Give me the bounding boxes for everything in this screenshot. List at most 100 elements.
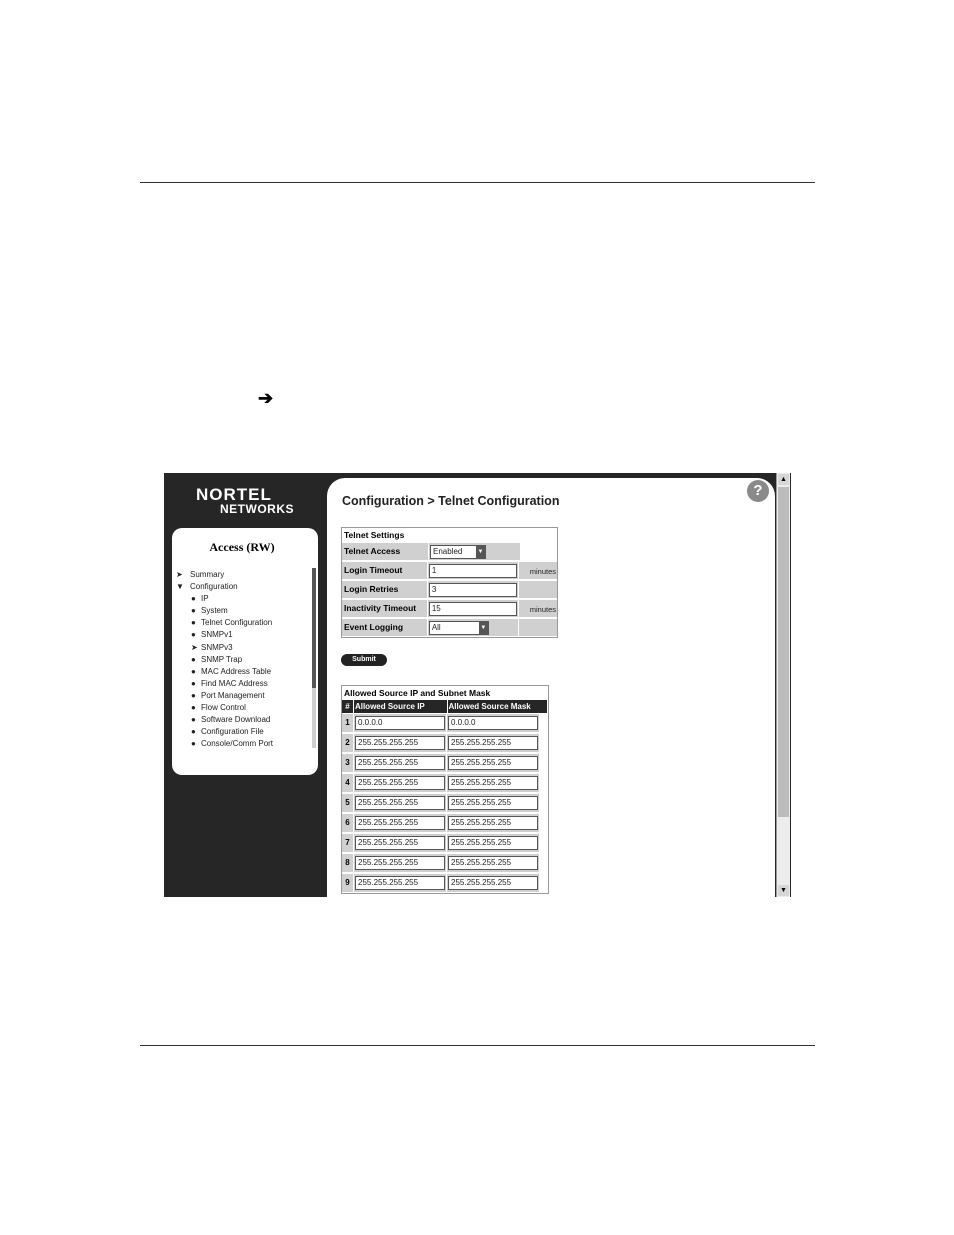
bullet-icon: ● xyxy=(191,666,196,676)
mask-cell: 255.255.255.255 xyxy=(447,814,539,832)
nav-item[interactable]: ● Flow Control xyxy=(175,702,311,714)
table-row: 8 255.255.255.255 255.255.255.255 xyxy=(342,853,548,873)
nav-item[interactable]: ● Software Download xyxy=(175,714,311,726)
source-mask-input[interactable]: 255.255.255.255 xyxy=(448,776,538,790)
collapsed-arrow-icon: ➤ xyxy=(191,642,198,652)
ip-cell: 255.255.255.255 xyxy=(354,754,446,772)
bullet-icon: ● xyxy=(191,715,196,725)
nortel-logo: NORTEL NETWORKS xyxy=(196,485,294,517)
nav-item[interactable]: ➤ Summary xyxy=(175,569,311,581)
nav-item[interactable]: ● Console/Comm Port xyxy=(175,738,311,750)
page-bottom-rule xyxy=(140,1045,815,1046)
source-mask-input[interactable]: 255.255.255.255 xyxy=(448,796,538,810)
collapsed-arrow-icon: ➤ xyxy=(176,570,183,579)
nav-item-label: System xyxy=(201,606,228,616)
source-ip-input[interactable]: 255.255.255.255 xyxy=(355,796,445,810)
row-index: 5 xyxy=(342,794,353,812)
logo-line-1: NORTEL xyxy=(196,485,272,504)
login-timeout-unit: minutes xyxy=(518,562,557,579)
source-mask-input[interactable]: 255.255.255.255 xyxy=(448,816,538,830)
ip-cell: 255.255.255.255 xyxy=(354,794,446,812)
source-ip-input[interactable]: 255.255.255.255 xyxy=(355,736,445,750)
mask-cell: 255.255.255.255 xyxy=(447,754,539,772)
source-ip-input[interactable]: 255.255.255.255 xyxy=(355,816,445,830)
nav-item[interactable]: ● System xyxy=(175,605,311,617)
nav-scrollbar[interactable] xyxy=(312,568,316,748)
source-ip-input[interactable]: 255.255.255.255 xyxy=(355,776,445,790)
access-label: Access (RW) xyxy=(209,540,275,554)
bullet-icon: ● xyxy=(191,727,196,737)
bullet-icon: ● xyxy=(191,654,196,664)
inactivity-timeout-label: Inactivity Timeout xyxy=(342,600,427,617)
event-logging-select[interactable]: All ▼ xyxy=(428,620,489,635)
help-icon[interactable]: ? xyxy=(747,480,769,502)
mask-cell: 255.255.255.255 xyxy=(447,794,539,812)
nav-item[interactable]: ● Configuration File xyxy=(175,726,311,738)
login-retries-cell: 3 xyxy=(427,581,518,598)
mask-cell: 255.255.255.255 xyxy=(447,834,539,852)
source-ip-input[interactable]: 255.255.255.255 xyxy=(355,856,445,870)
ip-cell: 255.255.255.255 xyxy=(354,874,446,892)
bullet-icon: ● xyxy=(191,630,196,640)
table-row: 7 255.255.255.255 255.255.255.255 xyxy=(342,833,548,853)
telnet-settings-title: Telnet Settings xyxy=(344,530,405,540)
table-row: 4 255.255.255.255 255.255.255.255 xyxy=(342,773,548,793)
row-index: 2 xyxy=(342,734,353,752)
nav-item[interactable]: ● Find MAC Address xyxy=(175,678,311,690)
event-logging-cell: All ▼ xyxy=(427,619,518,636)
login-retries-input[interactable]: 3 xyxy=(428,582,517,597)
nav-scrollbar-thumb[interactable] xyxy=(312,568,316,688)
source-mask-input[interactable]: 255.255.255.255 xyxy=(448,876,538,890)
bullet-icon: ● xyxy=(191,618,196,628)
bullet-icon: ● xyxy=(191,690,196,700)
row-index: 1 xyxy=(342,714,353,732)
inactivity-timeout-input[interactable]: 15 xyxy=(428,601,517,616)
source-mask-input[interactable]: 255.255.255.255 xyxy=(448,856,538,870)
main-content: Configuration > Telnet Configuration ? T… xyxy=(327,478,775,897)
bullet-icon: ● xyxy=(191,703,196,713)
login-timeout-input[interactable]: 1 xyxy=(428,563,517,578)
telnet-access-value: Enabled xyxy=(433,546,463,556)
nav-item[interactable]: ● Port Management xyxy=(175,690,311,702)
bullet-icon: ● xyxy=(191,739,196,749)
nav-item[interactable]: ▼ Configuration xyxy=(175,581,311,593)
source-ip-input[interactable]: 0.0.0.0 xyxy=(355,716,445,730)
source-ip-input[interactable]: 255.255.255.255 xyxy=(355,876,445,890)
table-row: 9 255.255.255.255 255.255.255.255 xyxy=(342,873,548,893)
table-row: 5 255.255.255.255 255.255.255.255 xyxy=(342,793,548,813)
submit-button[interactable]: Submit xyxy=(341,654,387,666)
nav-item[interactable]: ● SNMP Trap xyxy=(175,654,311,666)
page-scrollbar[interactable]: ▲ ▼ xyxy=(776,473,790,897)
nav-item[interactable]: ● MAC Address Table xyxy=(175,666,311,678)
source-mask-input[interactable]: 255.255.255.255 xyxy=(448,736,538,750)
ip-cell: 255.255.255.255 xyxy=(354,814,446,832)
bullet-icon: ● xyxy=(191,594,196,604)
nav-item-label: SNMPv1 xyxy=(201,630,233,640)
page-scrollbar-thumb[interactable] xyxy=(778,487,789,817)
telnet-access-label: Telnet Access xyxy=(342,543,428,560)
event-logging-unit-cell xyxy=(518,619,557,636)
inactivity-timeout-cell: 15 xyxy=(427,600,518,617)
nav-item[interactable]: ● Telnet Configuration xyxy=(175,617,311,629)
source-mask-input[interactable]: 255.255.255.255 xyxy=(448,836,538,850)
nav-item[interactable]: ➤ SNMPv3 xyxy=(175,642,311,654)
source-mask-input[interactable]: 0.0.0.0 xyxy=(448,716,538,730)
nav-item[interactable]: ● IP xyxy=(175,593,311,605)
table-row: 6 255.255.255.255 255.255.255.255 xyxy=(342,813,548,833)
login-retries-label: Login Retries xyxy=(342,581,427,598)
login-timeout-cell: 1 xyxy=(427,562,518,579)
nav-item-label: MAC Address Table xyxy=(201,666,272,676)
scroll-up-icon[interactable]: ▲ xyxy=(778,474,789,485)
chevron-down-icon[interactable]: ▼ xyxy=(476,545,485,558)
source-ip-input[interactable]: 255.255.255.255 xyxy=(355,836,445,850)
telnet-access-select[interactable]: Enabled ▼ xyxy=(430,544,486,559)
source-ip-input[interactable]: 255.255.255.255 xyxy=(355,756,445,770)
scroll-down-icon[interactable]: ▼ xyxy=(778,885,789,896)
chevron-down-icon[interactable]: ▼ xyxy=(478,621,488,634)
ip-cell: 0.0.0.0 xyxy=(354,714,446,732)
source-mask-input[interactable]: 255.255.255.255 xyxy=(448,756,538,770)
expanded-arrow-icon: ▼ xyxy=(176,582,184,592)
nav-item[interactable]: ● SNMPv1 xyxy=(175,629,311,641)
col-header-ip: Allowed Source IP xyxy=(353,700,447,713)
telnet-access-row: Telnet Access Enabled ▼ xyxy=(342,542,557,561)
